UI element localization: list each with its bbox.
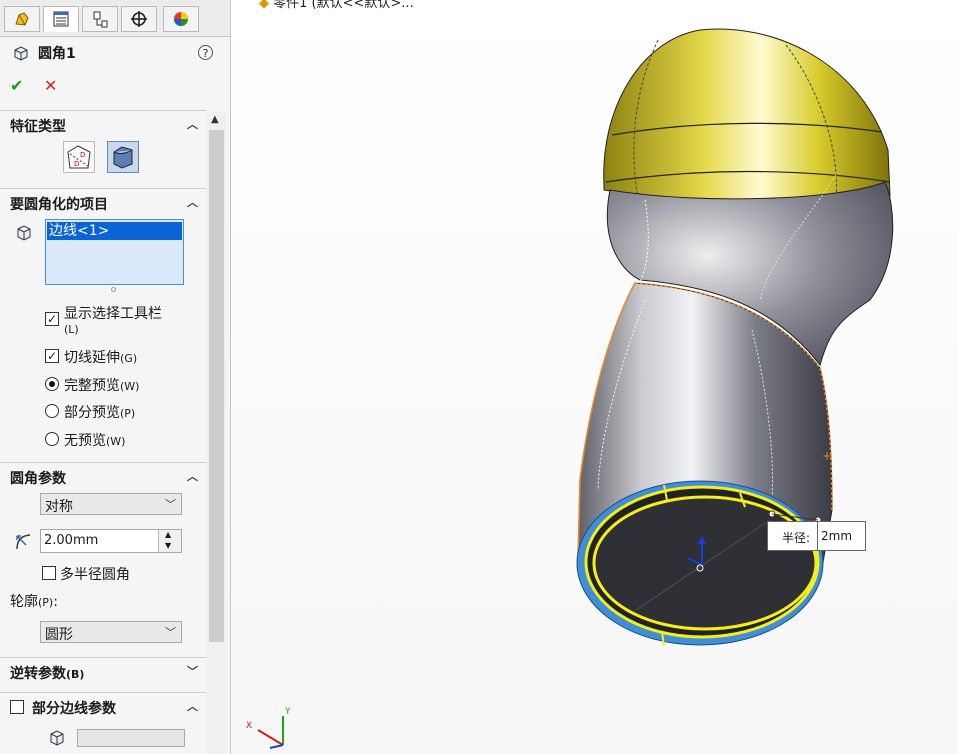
partial-edge-selection[interactable] <box>77 729 185 747</box>
spin-up-icon[interactable]: ▲ <box>165 530 171 539</box>
svg-text:+: + <box>822 449 832 463</box>
profile-value: 圆形 <box>45 627 73 643</box>
spin-down-icon[interactable]: ▼ <box>165 541 171 550</box>
face-fillet-button[interactable] <box>107 141 139 173</box>
help-button[interactable]: ? <box>198 45 213 60</box>
tab-feature-manager[interactable] <box>4 6 40 32</box>
svg-text:X: X <box>246 721 252 731</box>
scrollbar-thumb[interactable] <box>209 130 224 642</box>
cancel-button[interactable]: ✕ <box>44 76 57 95</box>
show-selection-toolbar-checkbox[interactable]: ✓ <box>45 312 59 326</box>
feature-tree-icon <box>15 12 29 26</box>
tab-property-manager[interactable] <box>43 6 79 32</box>
chevron-down-icon: ﹀ <box>165 498 176 511</box>
edge-cube-icon <box>50 730 64 746</box>
ok-button[interactable]: ✔ <box>10 76 23 95</box>
section-fillet-parameters[interactable]: 圆角参数 ︿ <box>0 462 206 489</box>
chevron-up-icon[interactable]: ︿ <box>187 468 198 484</box>
radius-spinner[interactable]: ▲ ▼ <box>158 530 181 552</box>
section-fillet-params-label: 圆角参数 <box>10 471 66 487</box>
no-preview-radio[interactable] <box>45 432 59 446</box>
full-preview-radio[interactable] <box>45 377 59 391</box>
property-list-icon <box>53 11 69 27</box>
section-items-label: 要圆角化的项目 <box>10 197 108 213</box>
selected-edge-item[interactable]: 边线<1> <box>47 222 182 240</box>
property-manager-panel: 圆角1 ? ✔ ✕ ▲ 特征类型 ︿ DD 要圆角化的项目 ︿ 边线<1> ✓ <box>0 0 231 754</box>
section-items-to-fillet[interactable]: 要圆角化的项目 ︿ <box>0 188 206 215</box>
appearance-pie-icon <box>174 12 188 26</box>
constant-fillet-icon: DD <box>67 145 91 169</box>
crosshair-icon <box>131 11 147 27</box>
radius-input[interactable]: 2.00mm ▲ ▼ <box>40 529 182 553</box>
no-preview-label: 无预览(W) <box>64 433 126 449</box>
graphics-area[interactable]: ◆ 零件1 (默认<<默认>... + Y X <box>231 0 958 754</box>
feature-title-row: 圆角1 <box>12 43 76 63</box>
chevron-down-icon[interactable]: ﹀ <box>187 663 198 679</box>
svg-text:D: D <box>80 151 85 159</box>
partial-preview-label: 部分预览(P) <box>64 405 136 421</box>
partial-edge-checkbox[interactable] <box>10 700 24 714</box>
section-feature-type-label: 特征类型 <box>10 119 66 135</box>
resize-handle[interactable] <box>111 287 116 292</box>
fillet-feature-icon <box>14 46 28 61</box>
manager-tab-bar <box>0 0 230 37</box>
radius-value: 2.00mm <box>44 533 99 548</box>
tangent-propagation-label: 切线延伸(G) <box>64 350 138 366</box>
radius-callout-label: 半径: <box>782 531 811 545</box>
show-selection-toolbar-key: (L) <box>64 323 79 336</box>
section-setback-label: 逆转参数(B) <box>10 666 85 682</box>
section-partial-edge-parameters[interactable]: 部分边线参数 ︿ <box>0 692 206 719</box>
chevron-down-icon: ﹀ <box>165 626 176 639</box>
tab-display-manager[interactable] <box>163 6 199 32</box>
full-preview-label: 完整预览(W) <box>64 378 140 394</box>
svg-text:D: D <box>74 160 79 168</box>
section-partial-edge-label: 部分边线参数 <box>32 701 116 717</box>
fillet-method-dropdown[interactable]: 对称 ﹀ <box>40 493 182 515</box>
radius-callout-input[interactable]: 2mm <box>817 522 867 550</box>
section-feature-type[interactable]: 特征类型 ︿ <box>0 110 206 137</box>
opening-face[interactable] <box>592 495 818 631</box>
radius-icon <box>16 534 31 550</box>
scroll-up-icon[interactable]: ▲ <box>211 114 219 125</box>
edge-selection-list[interactable]: 边线<1> <box>45 219 184 285</box>
chevron-up-icon[interactable]: ︿ <box>187 698 198 714</box>
chevron-up-icon[interactable]: ︿ <box>187 116 198 132</box>
multi-radius-checkbox[interactable] <box>42 566 56 580</box>
tab-dimxpert-manager[interactable] <box>121 6 157 32</box>
face-fillet-icon <box>113 146 133 169</box>
page-title: 圆角1 <box>38 46 76 62</box>
edge-cube-icon <box>17 225 31 241</box>
tangent-propagation-checkbox[interactable]: ✓ <box>45 349 59 363</box>
model-view[interactable]: + Y X <box>231 0 958 754</box>
multi-radius-label: 多半径圆角 <box>60 567 130 583</box>
axis-triad: Y X <box>246 707 291 749</box>
section-setback-parameters[interactable]: 逆转参数(B) ﹀ <box>0 657 206 684</box>
configuration-icon <box>93 11 108 28</box>
radius-callout[interactable]: 半径: 2mm <box>767 521 866 551</box>
profile-dropdown[interactable]: 圆形 ﹀ <box>40 621 182 643</box>
constant-size-fillet-button[interactable]: DD <box>63 141 95 173</box>
profile-label: 轮廓(P): <box>10 594 58 610</box>
tab-configuration-manager[interactable] <box>82 6 118 32</box>
svg-text:Y: Y <box>284 707 291 717</box>
show-selection-toolbar-label: 显示选择工具栏 <box>64 306 162 322</box>
partial-preview-radio[interactable] <box>45 404 59 418</box>
fillet-method-value: 对称 <box>45 499 73 515</box>
chevron-up-icon[interactable]: ︿ <box>187 194 198 210</box>
